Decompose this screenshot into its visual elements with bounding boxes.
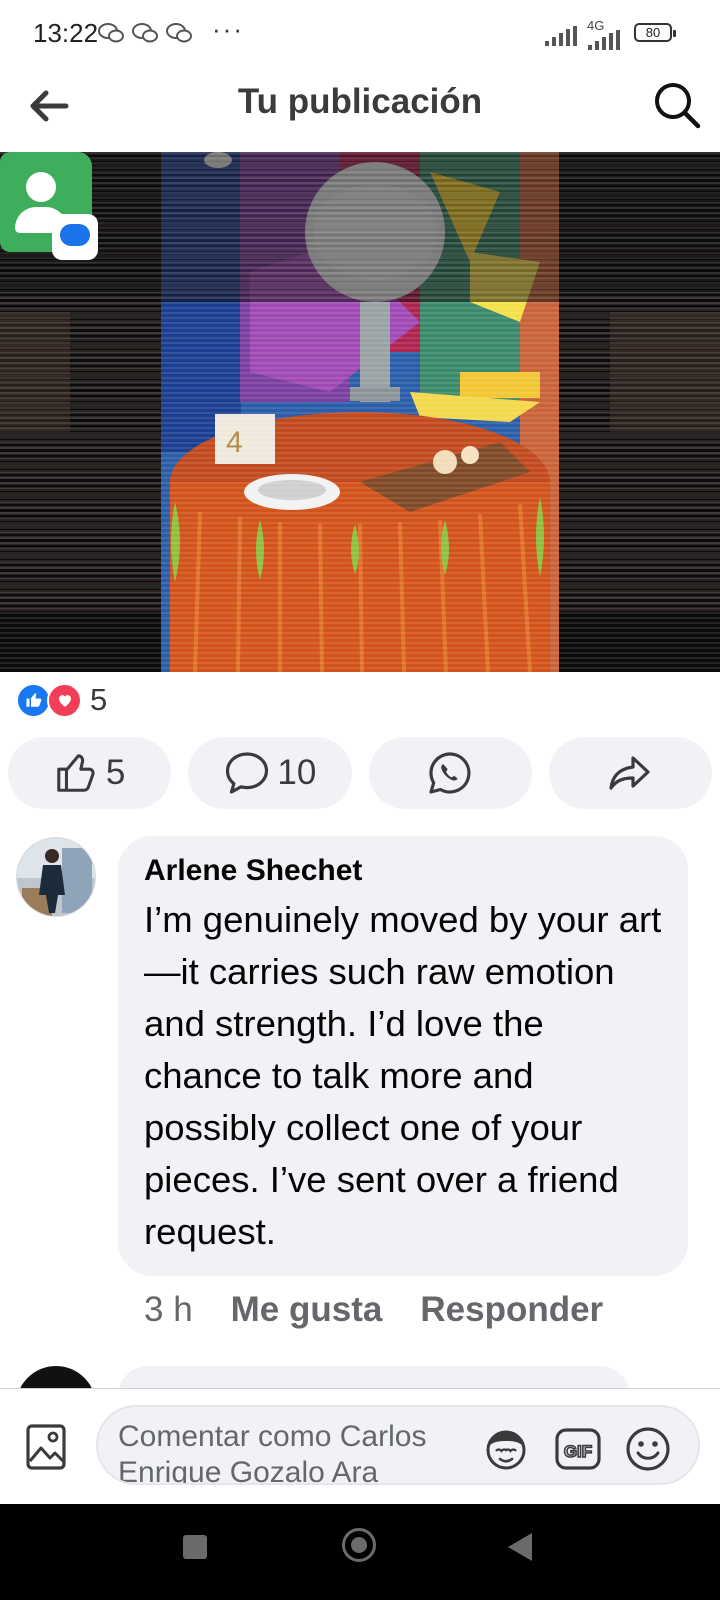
more-notifications-icon: ··· bbox=[212, 14, 244, 44]
signal-icon bbox=[545, 26, 577, 46]
search-icon bbox=[655, 83, 701, 129]
home-icon bbox=[351, 1537, 367, 1553]
comment-time: 3 h bbox=[144, 1290, 193, 1329]
avatar-sticker-icon bbox=[486, 1430, 526, 1470]
system-back-button[interactable] bbox=[508, 1533, 532, 1561]
emoji-icon bbox=[626, 1427, 670, 1471]
like-reaction-icon bbox=[16, 682, 51, 718]
avatar-sticker-button[interactable] bbox=[482, 1425, 530, 1473]
status-time: 13:22 bbox=[33, 18, 99, 48]
photo-icon bbox=[26, 1424, 66, 1470]
commenter-avatar[interactable] bbox=[16, 837, 96, 917]
like-count: 5 bbox=[105, 753, 126, 792]
message-bubble-icon bbox=[52, 214, 98, 260]
comment-button[interactable]: 10 bbox=[188, 737, 352, 809]
wechat-icon bbox=[98, 22, 124, 50]
svg-text:GIF: GIF bbox=[564, 1442, 592, 1461]
comment-like-button[interactable]: Me gusta bbox=[231, 1290, 383, 1330]
wechat-icon bbox=[132, 22, 158, 50]
gif-icon: GIF bbox=[555, 1428, 601, 1470]
whatsapp-icon bbox=[429, 752, 471, 794]
battery-level: 80 bbox=[645, 25, 661, 40]
comment-meta: 3 h Me gusta Responder bbox=[144, 1290, 603, 1330]
add-photo-button[interactable] bbox=[24, 1421, 70, 1473]
contact-person-icon bbox=[26, 172, 56, 202]
like-button[interactable]: 5 bbox=[8, 737, 172, 809]
search-button[interactable] bbox=[650, 78, 704, 132]
comment-count: 10 bbox=[277, 753, 317, 792]
artwork-image: 4 bbox=[0, 152, 720, 672]
status-bar: 13:22 ··· 4G 80 bbox=[0, 0, 720, 68]
share-icon bbox=[609, 756, 650, 790]
page-title: Tu publicación bbox=[237, 82, 483, 121]
comment-bubble[interactable]: Arlene Shechet I’m genuinely moved by yo… bbox=[118, 836, 688, 1276]
post-actions-bar: 5 10 bbox=[8, 737, 712, 809]
wechat-icon bbox=[166, 22, 192, 50]
reactions-summary[interactable]: 5 bbox=[16, 682, 107, 718]
floating-contact-bubble[interactable] bbox=[0, 152, 98, 260]
system-navigation-bar bbox=[0, 1504, 720, 1600]
love-reaction-icon bbox=[47, 682, 82, 718]
comment-text: I’m genuinely moved by your art—it carri… bbox=[144, 899, 662, 1252]
comment-input[interactable]: Comentar como Carlos Enrique Gozalo Ara … bbox=[96, 1405, 700, 1485]
recent-apps-button[interactable] bbox=[183, 1535, 207, 1559]
gif-button[interactable]: GIF bbox=[554, 1425, 602, 1473]
comment-reply-button[interactable]: Responder bbox=[420, 1290, 603, 1330]
comment-icon bbox=[226, 752, 269, 794]
emoji-button[interactable] bbox=[624, 1425, 672, 1473]
thumbs-up-icon bbox=[57, 754, 95, 792]
comment-author[interactable]: Arlene Shechet bbox=[144, 854, 662, 888]
whatsapp-share-button[interactable] bbox=[368, 737, 532, 809]
comment-placeholder: Comentar como Carlos Enrique Gozalo Ara bbox=[118, 1420, 427, 1485]
comment-composer: Comentar como Carlos Enrique Gozalo Ara … bbox=[0, 1388, 720, 1505]
app-header: Tu publicación bbox=[0, 68, 720, 150]
share-button[interactable] bbox=[548, 737, 712, 809]
message-icon-fill bbox=[60, 224, 90, 246]
post-image[interactable]: 4 bbox=[0, 152, 720, 672]
home-button[interactable] bbox=[342, 1528, 376, 1562]
reaction-count: 5 bbox=[90, 682, 108, 717]
battery-indicator: 80 bbox=[634, 23, 676, 42]
signal-icon-2 bbox=[588, 30, 620, 50]
